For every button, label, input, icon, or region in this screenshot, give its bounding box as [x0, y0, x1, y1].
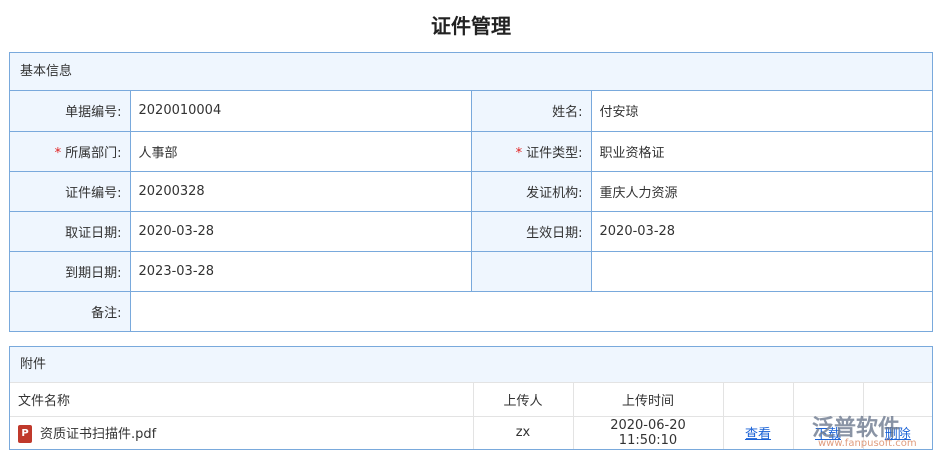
row-remark: 备注: — [10, 290, 932, 331]
name-value[interactable]: 付安琼 — [590, 91, 932, 131]
view-link[interactable]: 查看 — [745, 427, 771, 442]
section-header: 基本信息 — [10, 53, 932, 91]
label: 备注: — [10, 290, 130, 331]
empty-label — [470, 250, 591, 291]
basic-info-section: 基本信息 单据编号: 2020010004 姓名: 付安琼 * 所属部门: 人事部… — [9, 52, 933, 332]
col-uploader: 上传人 — [472, 383, 573, 416]
table-row: P 资质证书扫描件.pdf zx 2020-06-20 11:50:10 查看 下… — [10, 415, 932, 449]
required-mark: * — [515, 145, 523, 161]
row-doc-no: 单据编号: 2020010004 姓名: 付安琼 — [10, 91, 932, 131]
expiry-date-value[interactable]: 2023-03-28 — [129, 250, 471, 291]
page-title: 证件管理 — [431, 14, 511, 38]
empty-value — [590, 250, 932, 291]
label: 证件编号: — [10, 170, 130, 211]
cert-type-value[interactable]: 职业资格证 — [590, 130, 932, 171]
watermark-logo: 泛普软件 www.fanpusoft.com — [812, 410, 917, 449]
upload-time: 2020-06-20 11:50:10 — [572, 415, 723, 449]
label: 发证机构: — [470, 170, 591, 211]
uploader: zx — [472, 415, 573, 449]
col-filename: 文件名称 — [18, 393, 71, 409]
row-expiry: 到期日期: 2023-03-28 — [10, 250, 932, 291]
section-header: 附件 — [10, 347, 932, 383]
label: 到期日期: — [10, 250, 130, 291]
doc-no-value[interactable]: 2020010004 — [129, 91, 471, 131]
pdf-file-icon: P — [18, 425, 32, 443]
issuer-value[interactable]: 重庆人力资源 — [590, 170, 932, 211]
row-cert-no: 证件编号: 20200328 发证机构: 重庆人力资源 — [10, 170, 932, 211]
row-dates: 取证日期: 2020-03-28 生效日期: 2020-03-28 — [10, 210, 932, 251]
label: 姓名: — [470, 91, 591, 131]
label: 取证日期: — [10, 210, 130, 251]
label: 证件类型: — [526, 145, 583, 161]
obtain-date-value[interactable]: 2020-03-28 — [129, 210, 471, 251]
label: 单据编号: — [10, 91, 130, 131]
row-dept: * 所属部门: 人事部 * 证件类型: 职业资格证 — [10, 130, 932, 171]
table-header: 文件名称 上传人 上传时间 — [10, 383, 932, 416]
cert-no-value[interactable]: 20200328 — [129, 170, 471, 211]
attachments-section: 附件 文件名称 上传人 上传时间 P 资质证书扫描件.pdf zx 2020-06… — [9, 346, 933, 450]
effective-date-value[interactable]: 2020-03-28 — [590, 210, 932, 251]
watermark-url: www.fanpusoft.com — [818, 438, 917, 449]
col-time: 上传时间 — [572, 383, 723, 416]
remark-value[interactable] — [129, 290, 932, 331]
dept-value[interactable]: 人事部 — [129, 130, 471, 171]
required-mark: * — [54, 145, 62, 161]
label: 所属部门: — [65, 145, 122, 161]
label: 生效日期: — [470, 210, 591, 251]
file-name: 资质证书扫描件.pdf — [40, 426, 157, 442]
